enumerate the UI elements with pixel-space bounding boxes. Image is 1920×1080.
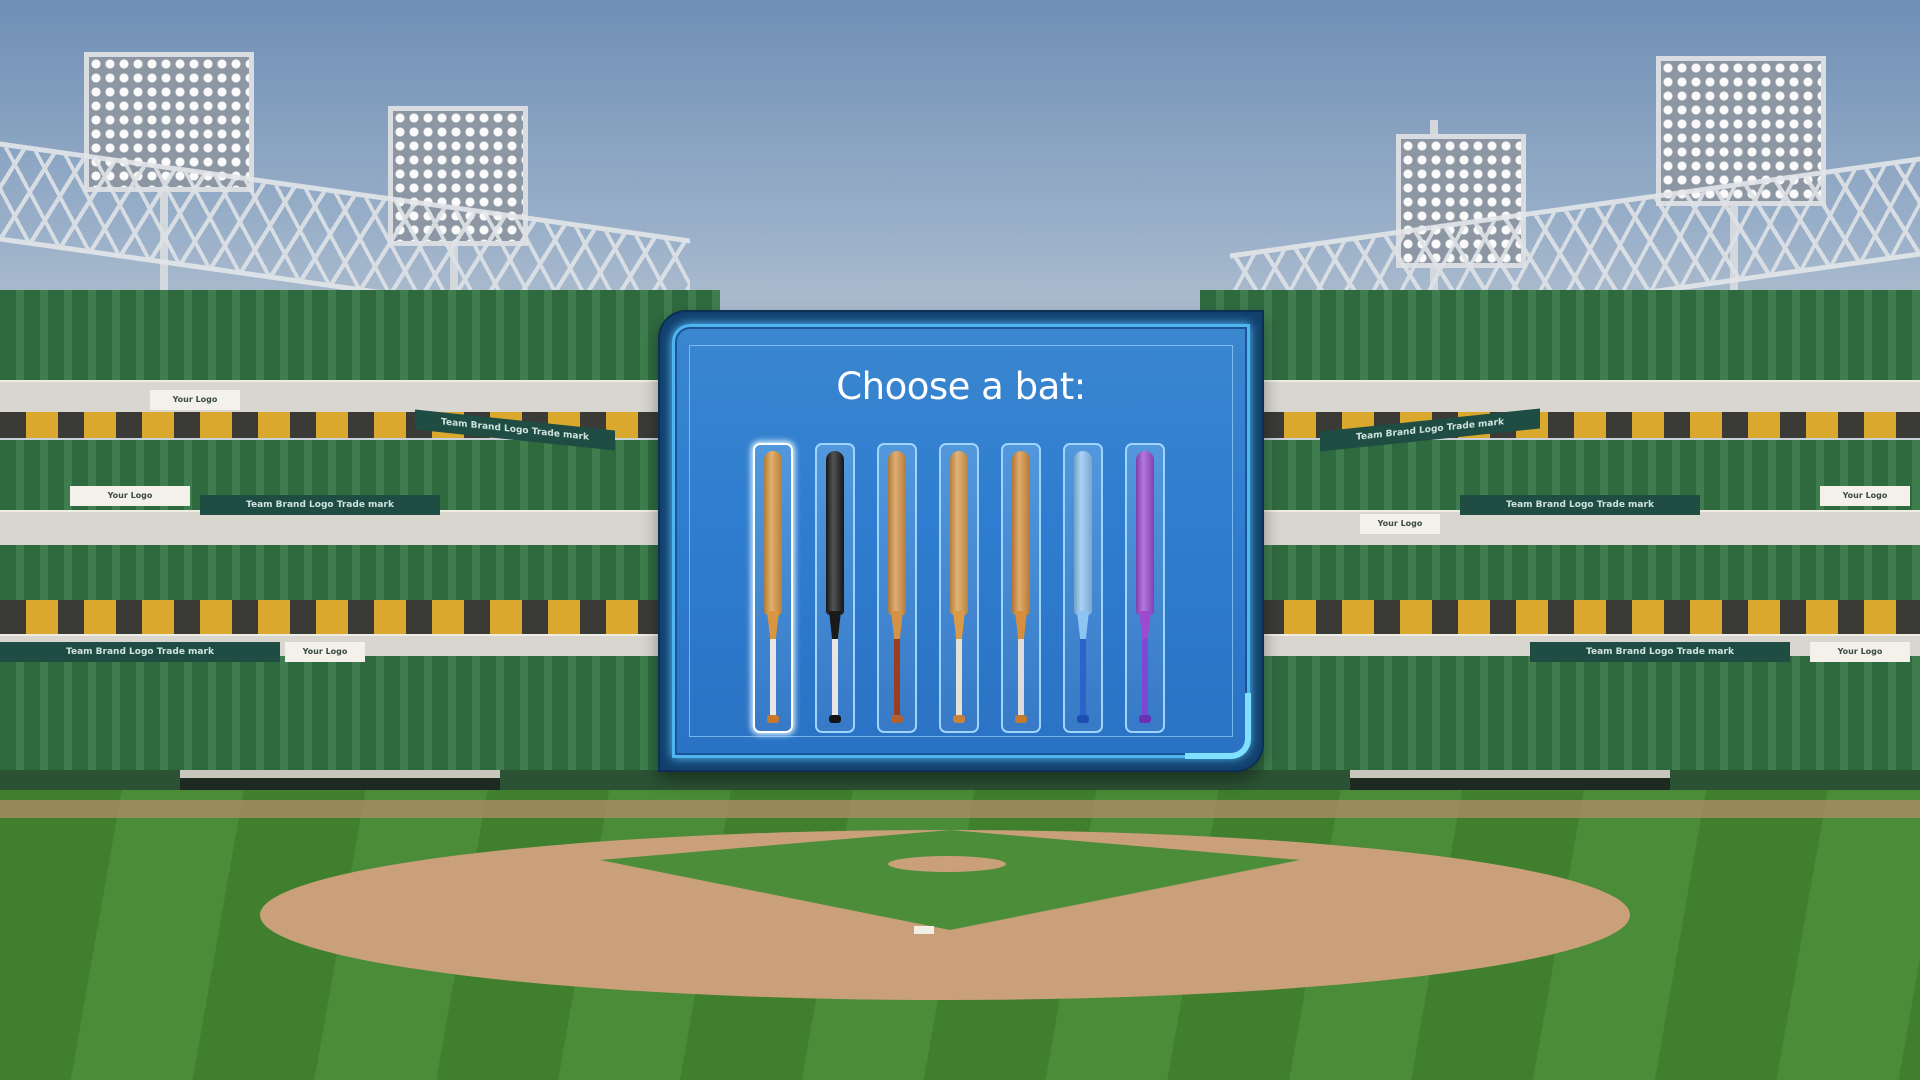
home-plate [914,926,934,934]
bat-option-bat-cherry[interactable] [877,443,917,733]
stand-banner: Team Brand Logo Trade mark [0,642,280,662]
bat-option-bat-blue[interactable] [1063,443,1103,733]
bat-knob [829,715,841,723]
bat-barrel [1012,451,1030,615]
bat-handle [1080,639,1086,717]
bat-option-bat-ash[interactable] [1001,443,1041,733]
stand-logo-card: Your Logo [70,486,190,506]
bat-taper [829,611,841,641]
bat-barrel [888,451,906,615]
bat-knob [953,715,965,723]
bat-taper [953,611,965,641]
bat-barrel [950,451,968,615]
bat-option-bat-purple[interactable] [1125,443,1165,733]
right-grandstand: Team Brand Logo Trade mark Your Logo Tea… [1200,290,1920,850]
stand-logo-card: Your Logo [1820,486,1910,506]
stand-logo-card: Your Logo [150,390,240,410]
bat-maple-icon [950,451,968,727]
bat-option-bat-maple[interactable] [939,443,979,733]
bat-handle [1142,639,1148,717]
bat-taper [767,611,779,641]
bat-knob [1015,715,1027,723]
bat-options [753,443,1165,733]
bat-knob [1077,715,1089,723]
bat-knob [891,715,903,723]
bat-knob [1139,715,1151,723]
stand-banner: Team Brand Logo Trade mark [1460,495,1700,515]
bat-handle [1018,639,1024,717]
bat-option-bat-black[interactable] [815,443,855,733]
bat-barrel [764,451,782,615]
bat-cherry-icon [888,451,906,727]
bat-handle [832,639,838,717]
pitchers-mound [888,856,1006,872]
dialog-title: Choose a bat: [836,365,1086,408]
left-grandstand: Team Brand Logo Trade mark Your Logo Tea… [0,290,720,850]
bat-handle [770,639,776,717]
bat-option-bat-natural[interactable] [753,443,793,733]
stand-banner: Team Brand Logo Trade mark [200,495,440,515]
bat-barrel [1136,451,1154,615]
bat-blue-icon [1074,451,1092,727]
warning-track [0,800,1920,818]
bat-black-icon [826,451,844,727]
stand-logo-card: Your Logo [1810,642,1910,662]
dialog-corner-glow [1185,693,1251,759]
dialog-panel: Choose a bat: [672,324,1251,759]
bat-taper [1015,611,1027,641]
bat-taper [1139,611,1151,641]
bat-taper [891,611,903,641]
stand-logo-card: Your Logo [285,642,365,662]
bat-taper [1077,611,1089,641]
bat-barrel [1074,451,1092,615]
bat-ash-icon [1012,451,1030,727]
bat-purple-icon [1136,451,1154,727]
bat-natural-icon [764,451,782,727]
choose-bat-dialog: Choose a bat: [660,312,1262,770]
stadium-scene: Team Brand Logo Trade mark Your Logo Tea… [0,0,1920,1080]
bat-barrel [826,451,844,615]
stand-banner: Team Brand Logo Trade mark [1530,642,1790,662]
stand-logo-card: Your Logo [1360,514,1440,534]
bat-handle [956,639,962,717]
bat-knob [767,715,779,723]
bat-handle [894,639,900,717]
